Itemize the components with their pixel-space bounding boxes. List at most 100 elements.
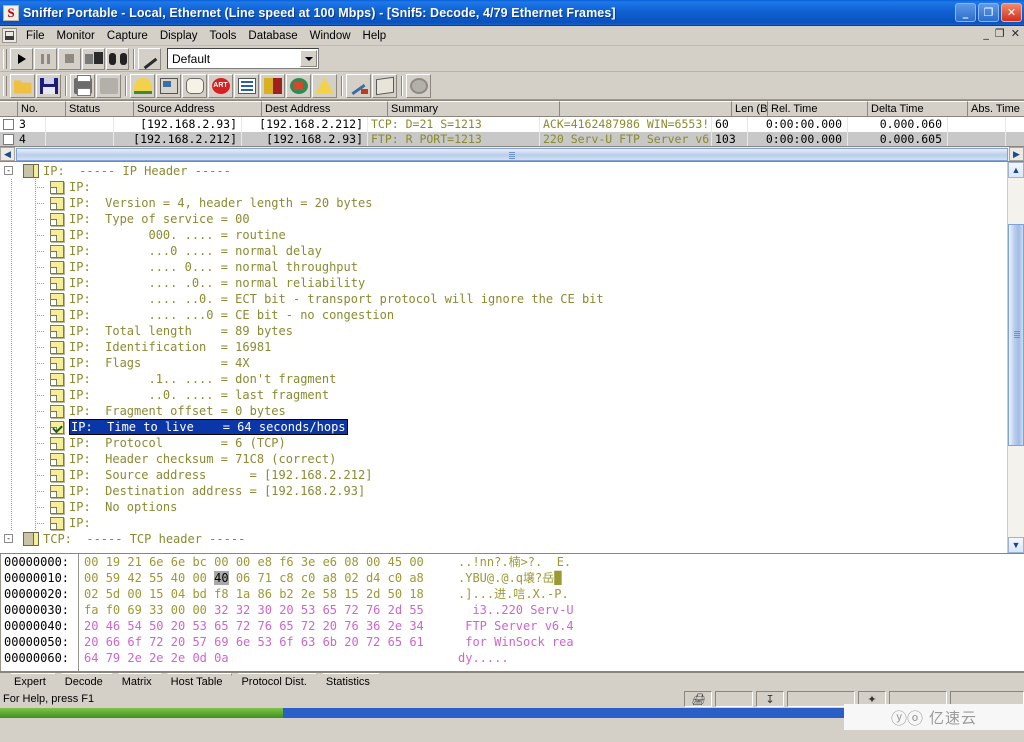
hex-byte[interactable]: 34	[409, 619, 423, 633]
hex-byte[interactable]: 02	[84, 587, 98, 601]
save-button[interactable]	[36, 74, 61, 98]
tab-decode[interactable]: Decode	[55, 673, 113, 690]
column-header[interactable]: No.	[18, 101, 66, 117]
tree-field-row[interactable]: IP: .... .0.. = normal reliability	[0, 275, 1007, 291]
hex-byte[interactable]: 00	[366, 555, 380, 569]
column-header[interactable]: Source Address	[134, 101, 262, 117]
hex-byte[interactable]: 42	[127, 571, 141, 585]
view-tabs[interactable]: ExpertDecodeMatrixHost TableProtocol Dis…	[0, 672, 1024, 690]
define-filter-button[interactable]	[138, 48, 161, 70]
hex-byte[interactable]: 21	[127, 555, 141, 569]
hex-byte[interactable]: 00	[171, 603, 185, 617]
decode-tree[interactable]: -IP: ----- IP Header -----IP:IP: Version…	[0, 162, 1007, 553]
hex-byte[interactable]: 20	[171, 635, 185, 649]
hex-byte[interactable]: 0a	[214, 651, 228, 665]
hex-byte[interactable]: 76	[258, 619, 272, 633]
tree-field-row[interactable]: IP:	[0, 179, 1007, 195]
table-row[interactable]: 4[192.168.2.212][192.168.2.93]FTP: R POR…	[0, 132, 1024, 147]
hex-byte[interactable]: 50	[388, 587, 402, 601]
hex-byte[interactable]: 6f	[279, 635, 293, 649]
hex-byte[interactable]: 08	[344, 555, 358, 569]
display-button[interactable]	[106, 48, 129, 70]
hex-byte[interactable]: 46	[106, 619, 120, 633]
hex-byte[interactable]: 53	[301, 603, 315, 617]
hex-byte[interactable]: 00	[84, 555, 98, 569]
hex-byte[interactable]: 57	[192, 635, 206, 649]
hex-byte[interactable]: 63	[301, 635, 315, 649]
hex-byte[interactable]: 20	[323, 619, 337, 633]
hex-byte[interactable]: 2d	[388, 603, 402, 617]
hex-byte[interactable]: 50	[149, 619, 163, 633]
expert-button[interactable]	[130, 74, 155, 98]
tree-field-row[interactable]: IP: Total length = 89 bytes	[0, 323, 1007, 339]
hex-byte[interactable]: 5d	[106, 587, 120, 601]
hex-byte[interactable]: 61	[409, 635, 423, 649]
hex-byte[interactable]: 2e	[388, 619, 402, 633]
hex-byte[interactable]: 6e	[149, 555, 163, 569]
hex-byte[interactable]: 20	[279, 603, 293, 617]
hex-dump[interactable]: 00000000:00 19 21 6e 6e bc 00 00 e8 f6 3…	[0, 554, 1024, 666]
tree-field-row[interactable]: IP: Type of service = 00	[0, 211, 1007, 227]
hex-byte[interactable]: 55	[409, 603, 423, 617]
vscroll-track[interactable]	[1008, 178, 1024, 537]
scroll-up-button[interactable]: ▲	[1008, 162, 1024, 178]
hex-byte[interactable]: 6e	[236, 635, 250, 649]
hex-byte[interactable]: 20	[84, 619, 98, 633]
column-header[interactable]: Abs. Time	[968, 101, 1024, 117]
hex-byte[interactable]: 02	[344, 571, 358, 585]
matrix-button[interactable]	[234, 74, 259, 98]
tree-field-row[interactable]: IP: 000. .... = routine	[0, 227, 1007, 243]
hex-byte[interactable]: 0d	[192, 651, 206, 665]
hex-byte[interactable]: d4	[366, 571, 380, 585]
hex-byte[interactable]: 69	[127, 603, 141, 617]
decode-vscrollbar[interactable]: ▲ ▼	[1007, 162, 1024, 553]
hex-byte[interactable]: e6	[323, 555, 337, 569]
mdi-minimize-icon[interactable]: _	[983, 28, 989, 40]
hex-byte[interactable]: 2e	[301, 587, 315, 601]
hex-byte[interactable]: 20	[344, 635, 358, 649]
pause-capture-button[interactable]	[34, 48, 57, 70]
mdi-close-icon[interactable]: ✕	[1011, 28, 1020, 40]
tree-field-row[interactable]: IP: Flags = 4X	[0, 355, 1007, 371]
tree-field-row[interactable]: IP:	[0, 515, 1007, 531]
tree-field-row[interactable]: IP: Header checksum = 71C8 (correct)	[0, 451, 1007, 467]
hex-byte[interactable]: 65	[323, 603, 337, 617]
tree-field-row[interactable]: IP: No options	[0, 499, 1007, 515]
tree-field-row[interactable]: IP: Protocol = 6 (TCP)	[0, 435, 1007, 451]
tree-expander-icon[interactable]: -	[4, 166, 13, 175]
packet-list-body[interactable]: 3[192.168.2.93][192.168.2.212]TCP: D=21 …	[0, 117, 1024, 147]
hex-byte[interactable]: 72	[366, 635, 380, 649]
hex-row[interactable]: 00000020:02 5d 00 15 04 bd f8 1a 86 b2 2…	[4, 586, 1024, 602]
hex-byte[interactable]: 32	[214, 603, 228, 617]
hex-byte[interactable]: 71	[258, 571, 272, 585]
status-printer-button[interactable]: 🖨	[684, 691, 712, 707]
no-capture-button[interactable]	[406, 74, 431, 98]
hex-byte[interactable]: 65	[388, 635, 402, 649]
hex-byte[interactable]: a8	[323, 571, 337, 585]
hex-byte[interactable]: 2e	[127, 651, 141, 665]
hex-byte[interactable]: bd	[192, 587, 206, 601]
minimize-button[interactable]: _	[955, 3, 976, 22]
menu-window[interactable]: Window	[304, 28, 357, 44]
tree-protocol-row[interactable]: -TCP: ----- TCP header -----	[0, 531, 1007, 547]
hex-byte[interactable]: 2d	[366, 587, 380, 601]
hex-byte[interactable]: 64	[84, 651, 98, 665]
table-row[interactable]: 3[192.168.2.93][192.168.2.212]TCP: D=21 …	[0, 117, 1024, 132]
hex-byte[interactable]: bc	[192, 555, 206, 569]
profile-select-arrow[interactable]	[300, 50, 317, 67]
packet-list-hscrollbar[interactable]: ◀ ▶	[0, 146, 1024, 161]
tree-field-row[interactable]: IP: ...0 .... = normal delay	[0, 243, 1007, 259]
art-button[interactable]: ART	[208, 74, 233, 98]
maximize-button[interactable]: ❐	[978, 3, 999, 22]
hex-row[interactable]: 00000010:00 59 42 55 40 00 40 06 71 c8 c…	[4, 570, 1024, 586]
hex-byte[interactable]: c0	[388, 571, 402, 585]
column-header[interactable]: Len (B	[732, 101, 768, 117]
tree-field-row[interactable]: IP: Destination address = [192.168.2.93]	[0, 483, 1007, 499]
hex-byte[interactable]: 06	[236, 571, 250, 585]
hex-byte[interactable]: 69	[214, 635, 228, 649]
tree-protocol-row[interactable]: -IP: ----- IP Header -----	[0, 163, 1007, 179]
hex-byte[interactable]: 20	[84, 635, 98, 649]
hex-row[interactable]: 00000000:00 19 21 6e 6e bc 00 00 e8 f6 3…	[4, 554, 1024, 570]
vscroll-thumb[interactable]	[1008, 224, 1024, 446]
scroll-down-button[interactable]: ▼	[1008, 537, 1024, 553]
